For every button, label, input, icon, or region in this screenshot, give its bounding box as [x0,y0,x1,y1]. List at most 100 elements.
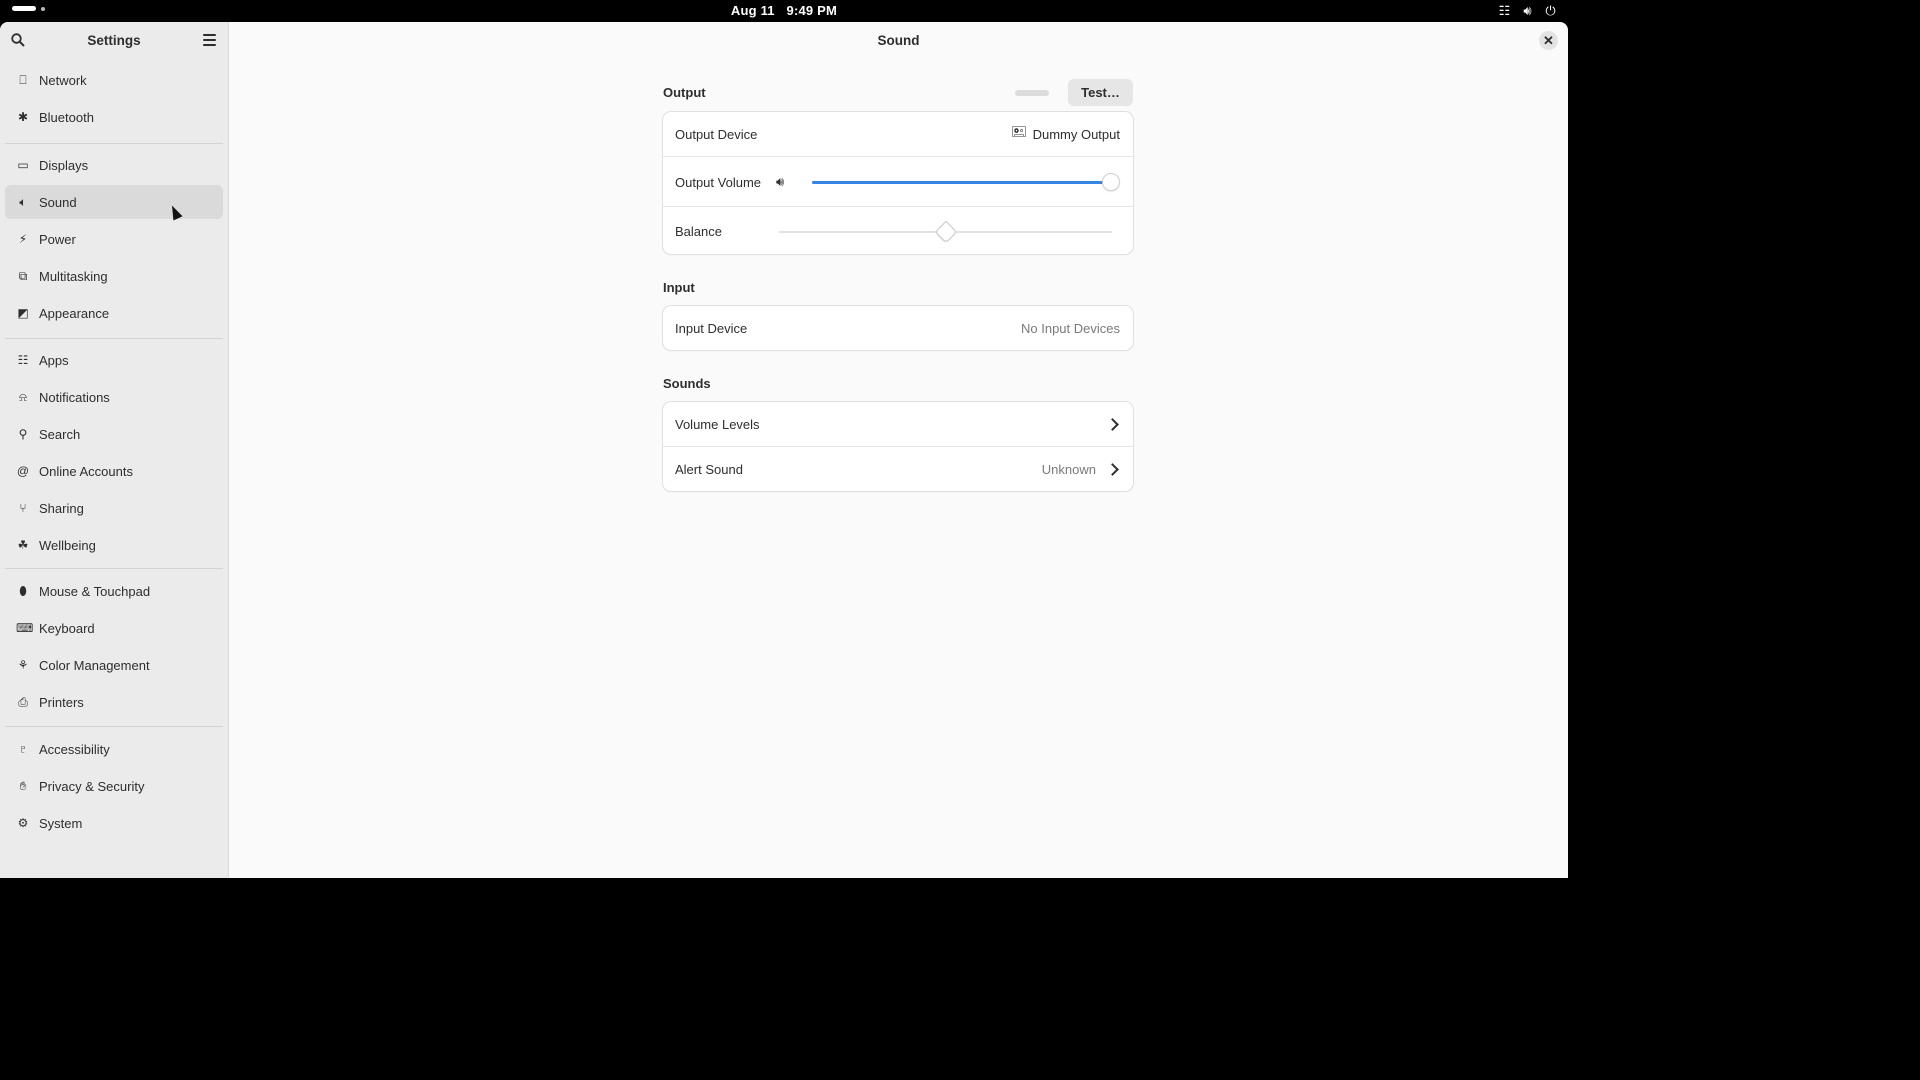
share-icon: ⑂ [19,501,27,515]
divider [5,726,223,727]
divider [5,568,223,569]
alert-sound-trailing: Unknown [1042,462,1120,477]
sidebar-item-label: Network [39,72,87,88]
clock-date: Aug 11 [730,3,775,18]
close-icon: ✕ [1543,33,1554,48]
sidebar-item-system[interactable]: ⚙︎ System [5,806,223,840]
apps-grid-icon: ☷ [17,353,29,367]
alert-sound-row[interactable]: Alert Sound Unknown [663,446,1133,492]
network-icon: ⎕ [19,73,27,87]
sidebar-item-keyboard[interactable]: ⌨ Keyboard [5,611,223,645]
balance-slider[interactable] [779,222,1112,242]
accessibility-icon: ♇ [18,742,28,756]
close-button[interactable]: ✕ [1539,31,1558,50]
at-icon: @ [16,464,30,478]
sidebar-item-network[interactable]: ⎕ Network [5,63,223,97]
sidebar-header: Settings [0,22,228,60]
volume-mute-icon[interactable]: 🔊︎ [776,174,784,190]
sidebar-item-online-accounts[interactable]: @ Online Accounts [5,454,223,488]
output-device-row[interactable]: Output Device 🖭︎ Dummy Output [663,112,1133,156]
sidebar-item-printers[interactable]: ⎙ Printers [5,685,223,719]
sidebar-item-bluetooth[interactable]: ✱ Bluetooth [5,100,223,134]
sidebar: Settings ⎕ Network ✱ Bluetooth ▭ Displays 🔈… [0,22,229,878]
sounds-card: Volume Levels Alert Sound Unknown [663,402,1133,491]
sidebar-item-sound[interactable]: 🔈︎ Sound [5,185,223,219]
appearance-icon: ◩ [17,306,29,320]
color-icon: ⚘ [17,658,29,672]
sidebar-item-label: Notifications [39,389,110,405]
top-bar: Aug 11 9:49 PM ☷ 🔊︎ ⏻ [0,0,1568,22]
sidebar-item-wellbeing[interactable]: ☘ Wellbeing [5,528,223,562]
page-title: Sound [877,33,920,48]
hand-icon: ✋︎ [19,779,27,793]
multitasking-icon: ⧉ [18,269,28,283]
sidebar-item-privacy-security[interactable]: ✋︎ Privacy & Security [5,769,223,803]
sidebar-item-label: Mouse & Touchpad [39,583,151,599]
volume-levels-trailing [1102,417,1120,431]
sidebar-item-label: System [39,815,83,831]
volume-levels-row[interactable]: Volume Levels [663,402,1133,446]
sidebar-item-mouse-touchpad[interactable]: ⬮ Mouse & Touchpad [5,574,223,608]
sidebar-item-label: Online Accounts [39,463,133,479]
sounds-section-title: Sounds [663,376,711,391]
sidebar-item-apps[interactable]: ☷ Apps [5,343,223,377]
sidebar-item-displays[interactable]: ▭ Displays [5,148,223,182]
sidebar-item-sharing[interactable]: ⑂ Sharing [5,491,223,525]
network-icon[interactable]: ☷ [1497,3,1512,19]
sidebar-item-search[interactable]: ⚲ Search [5,417,223,451]
sidebar-item-label: Privacy & Security [39,778,145,794]
alert-sound-value: Unknown [1041,462,1096,477]
sidebar-item-label: Sound [39,194,77,210]
input-device-value: No Input Devices [1021,320,1120,336]
output-volume-fill [812,181,1112,184]
input-device-label: Input Device [675,320,748,336]
sidebar-item-label: Multitasking [39,268,108,284]
sidebar-item-label: Appearance [39,305,110,321]
sidebar-item-label: Accessibility [39,741,110,757]
sidebar-item-label: Apps [39,352,69,368]
volume-icon[interactable]: 🔊︎ [1520,3,1535,19]
chevron-right-icon [1106,463,1119,476]
settings-window: Settings ⎕ Network ✱ Bluetooth ▭ Displays 🔈… [0,22,1568,878]
hamburger-menu-icon[interactable] [203,34,216,47]
clock[interactable]: Aug 11 9:49 PM [0,3,1568,18]
output-device-value: Dummy Output [1032,126,1120,142]
sidebar-item-label: Sharing [39,500,84,516]
input-section-title: Input [663,280,695,295]
output-device-selector[interactable]: 🖭︎ Dummy Output [1011,123,1120,145]
sound-panel: Sound ✕ Output Test… Output Device 🖭︎ Du… [229,22,1568,878]
balance-row: Balance [663,206,1133,255]
system-tray[interactable]: ☷ 🔊︎ ⏻ [1497,3,1558,19]
sidebar-item-label: Displays [39,157,89,173]
sidebar-item-label: Power [39,231,76,247]
sidebar-item-multitasking[interactable]: ⧉ Multitasking [5,259,223,293]
volume-levels-label: Volume Levels [675,416,760,432]
balance-label: Balance [675,223,722,239]
speaker-device-icon: 🖭︎ [1011,124,1027,139]
sidebar-item-appearance[interactable]: ◩ Appearance [5,296,223,330]
input-device-row[interactable]: Input Device No Input Devices [663,306,1133,350]
sidebar-item-label: Keyboard [39,620,95,636]
speaker-icon: 🔈︎ [19,195,27,209]
clock-time: 9:49 PM [786,3,838,18]
display-icon: ▭ [17,158,29,172]
sidebar-item-power[interactable]: ⚡︎ Power [5,222,223,256]
output-volume-slider[interactable] [812,174,1119,190]
output-volume-row: Output Volume 🔊︎ [663,156,1133,207]
sidebar-item-color-management[interactable]: ⚘ Color Management [5,648,223,682]
sidebar-item-label: Search [39,426,81,442]
output-volume-knob[interactable] [1103,174,1119,190]
search-icon: ⚲ [18,427,28,441]
sidebar-item-accessibility[interactable]: ♇ Accessibility [5,732,223,766]
sidebar-item-notifications[interactable]: ⍾ Notifications [5,380,223,414]
bottom-edge [0,878,1568,882]
output-section-title: Output [663,85,706,100]
balance-knob[interactable] [935,222,956,242]
bluetooth-icon: ✱ [17,110,29,124]
divider [5,338,223,339]
mouse-icon: ⬮ [19,584,27,598]
power-icon[interactable]: ⏻ [1543,3,1558,19]
test-button[interactable]: Test… [1068,79,1133,106]
keyboard-icon: ⌨ [16,621,34,635]
output-device-label: Output Device [675,126,758,142]
